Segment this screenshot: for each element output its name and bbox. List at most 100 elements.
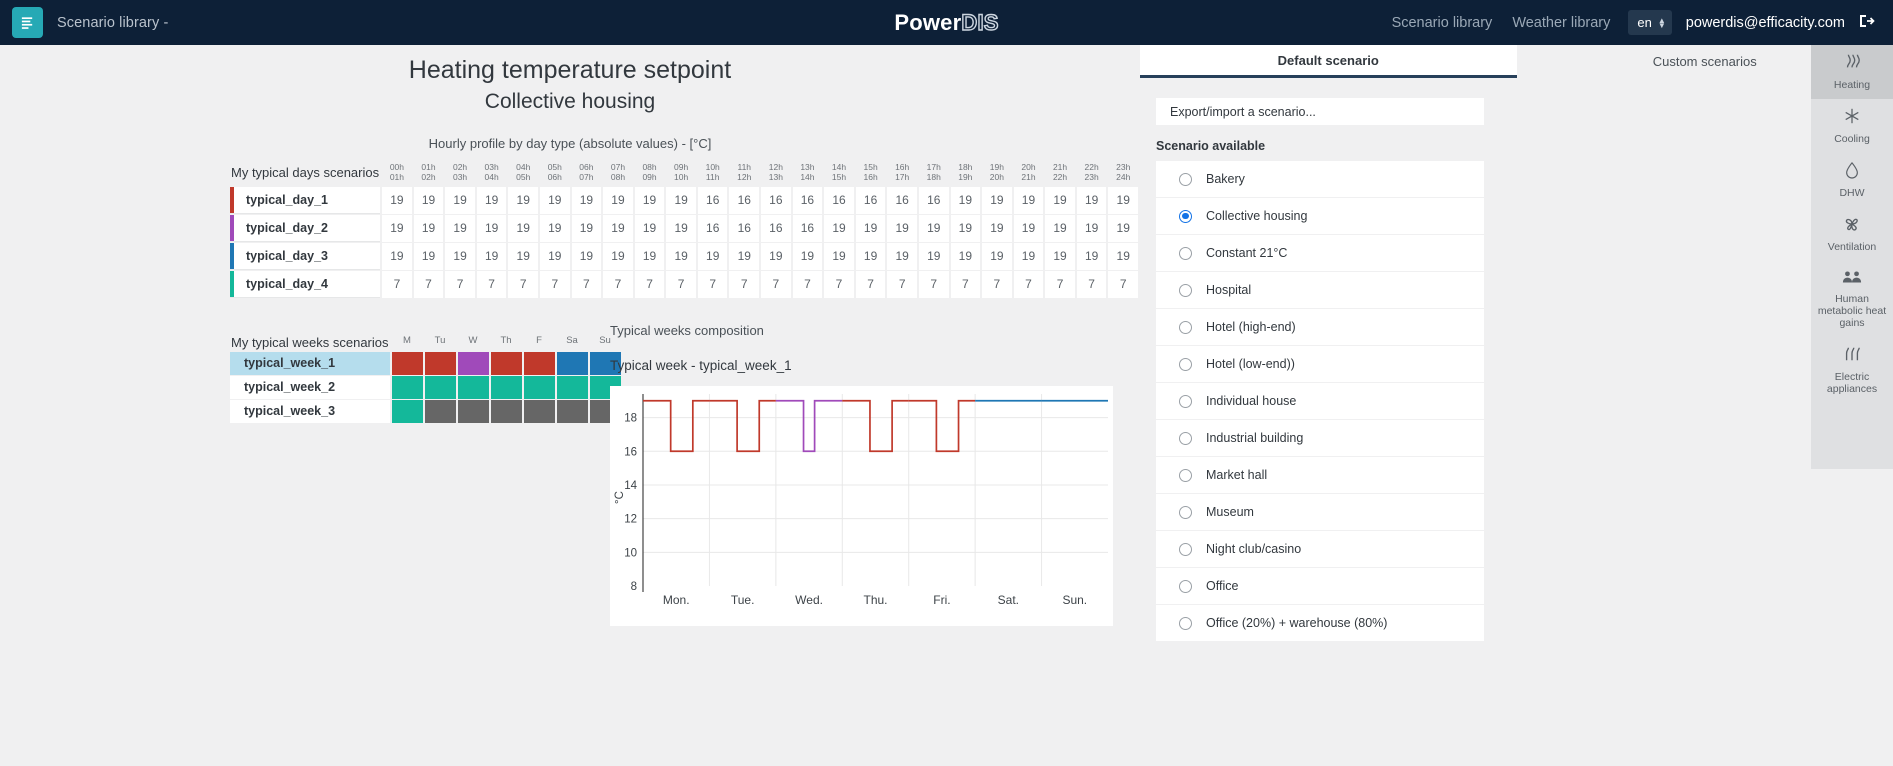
- hourly-value-cell[interactable]: 7: [982, 270, 1012, 298]
- hourly-value-cell[interactable]: 19: [666, 242, 696, 270]
- scenario-list-item[interactable]: Office: [1156, 568, 1484, 604]
- hourly-value-cell[interactable]: 19: [571, 186, 602, 214]
- hourly-value-cell[interactable]: 19: [1013, 214, 1044, 242]
- hourly-value-cell[interactable]: 7: [382, 270, 412, 298]
- logout-icon[interactable]: [1845, 14, 1879, 32]
- radio-button-icon[interactable]: [1179, 468, 1192, 482]
- hourly-value-cell[interactable]: 19: [855, 214, 886, 242]
- hourly-value-cell[interactable]: 19: [476, 186, 507, 214]
- radio-button-icon[interactable]: [1179, 209, 1192, 223]
- scenario-list-item[interactable]: Office (20%) + warehouse (80%): [1156, 605, 1484, 641]
- radio-button-icon[interactable]: [1179, 579, 1192, 593]
- hourly-value-cell[interactable]: 19: [445, 186, 475, 214]
- day-scenario-name-cell[interactable]: typical_day_4: [230, 270, 381, 298]
- hourly-value-cell[interactable]: 16: [792, 186, 823, 214]
- hourly-value-cell[interactable]: 19: [887, 214, 917, 242]
- hourly-value-cell[interactable]: 7: [413, 270, 444, 298]
- hourly-value-cell[interactable]: 19: [1045, 214, 1075, 242]
- week-day-color-cell[interactable]: [490, 351, 522, 375]
- hourly-value-cell[interactable]: 19: [1045, 242, 1075, 270]
- hourly-value-cell[interactable]: 19: [603, 242, 633, 270]
- hourly-value-cell[interactable]: 19: [476, 242, 507, 270]
- table-row[interactable]: typical_day_4 7 7 7 7 7 7 7 7 7 7 7 7 7 7 7 7 7 7 7 7 7 7 7 7: [230, 270, 1138, 298]
- hourly-value-cell[interactable]: 19: [666, 186, 696, 214]
- rail-item-cooling[interactable]: Cooling: [1811, 99, 1893, 153]
- week-scenario-name-cell[interactable]: typical_week_2: [230, 375, 390, 399]
- week-day-color-cell[interactable]: [490, 375, 522, 399]
- radio-button-icon[interactable]: [1179, 320, 1192, 334]
- radio-button-icon[interactable]: [1179, 394, 1192, 408]
- week-day-color-cell[interactable]: [523, 399, 555, 423]
- hourly-value-cell[interactable]: 19: [1013, 186, 1044, 214]
- table-row[interactable]: typical_week_1: [230, 351, 621, 375]
- week-day-color-cell[interactable]: [424, 351, 456, 375]
- hourly-value-cell[interactable]: 19: [950, 242, 981, 270]
- hourly-value-cell[interactable]: 7: [1045, 270, 1075, 298]
- hourly-value-cell[interactable]: 19: [603, 214, 633, 242]
- hourly-value-cell[interactable]: 19: [1076, 214, 1107, 242]
- hourly-value-cell[interactable]: 19: [824, 242, 854, 270]
- radio-button-icon[interactable]: [1179, 616, 1192, 630]
- radio-button-icon[interactable]: [1179, 172, 1192, 186]
- hourly-value-cell[interactable]: 19: [1108, 242, 1138, 270]
- hourly-value-cell[interactable]: 19: [1108, 214, 1138, 242]
- hourly-value-cell[interactable]: 7: [887, 270, 917, 298]
- hourly-value-cell[interactable]: 19: [887, 242, 917, 270]
- hourly-value-cell[interactable]: 19: [1108, 186, 1138, 214]
- table-row[interactable]: typical_day_3 19 19 19 19 19 19 19 19 19 19 19 19 19 1…: [230, 242, 1138, 270]
- rail-item-dhw[interactable]: DHW: [1811, 153, 1893, 207]
- hourly-value-cell[interactable]: 19: [382, 242, 412, 270]
- radio-button-icon[interactable]: [1179, 246, 1192, 260]
- day-scenario-name-cell[interactable]: typical_day_2: [230, 214, 381, 242]
- radio-button-icon[interactable]: [1179, 505, 1192, 519]
- hourly-value-cell[interactable]: 19: [382, 186, 412, 214]
- hourly-value-cell[interactable]: 16: [697, 186, 728, 214]
- hourly-value-cell[interactable]: 19: [982, 242, 1012, 270]
- hourly-value-cell[interactable]: 16: [792, 214, 823, 242]
- hourly-value-cell[interactable]: 19: [1076, 242, 1107, 270]
- week-day-color-cell[interactable]: [523, 351, 555, 375]
- hourly-value-cell[interactable]: 19: [571, 214, 602, 242]
- hourly-value-cell[interactable]: 7: [1013, 270, 1044, 298]
- scenario-list-item[interactable]: Hospital: [1156, 272, 1484, 308]
- scenario-list-item[interactable]: Collective housing: [1156, 198, 1484, 234]
- radio-button-icon[interactable]: [1179, 431, 1192, 445]
- hourly-value-cell[interactable]: 19: [445, 242, 475, 270]
- hourly-value-cell[interactable]: 19: [445, 214, 475, 242]
- hourly-value-cell[interactable]: 16: [729, 186, 760, 214]
- week-day-color-cell[interactable]: [391, 351, 423, 375]
- hourly-value-cell[interactable]: 7: [445, 270, 475, 298]
- hourly-value-cell[interactable]: 19: [508, 186, 539, 214]
- scenario-list-item[interactable]: Museum: [1156, 494, 1484, 530]
- hourly-value-cell[interactable]: 19: [413, 242, 444, 270]
- radio-button-icon[interactable]: [1179, 283, 1192, 297]
- hourly-value-cell[interactable]: 16: [824, 186, 854, 214]
- hourly-value-cell[interactable]: 19: [666, 214, 696, 242]
- hourly-value-cell[interactable]: 7: [666, 270, 696, 298]
- hourly-value-cell[interactable]: 19: [603, 186, 633, 214]
- rail-item-ventilation[interactable]: Ventilation: [1811, 207, 1893, 261]
- hourly-value-cell[interactable]: 19: [761, 242, 791, 270]
- hourly-value-cell[interactable]: 19: [824, 214, 854, 242]
- hourly-value-cell[interactable]: 16: [887, 186, 917, 214]
- hourly-value-cell[interactable]: 7: [1108, 270, 1138, 298]
- hourly-value-cell[interactable]: 16: [761, 186, 791, 214]
- table-row[interactable]: typical_week_2: [230, 375, 621, 399]
- hourly-value-cell[interactable]: 19: [382, 214, 412, 242]
- hourly-value-cell[interactable]: 19: [918, 242, 949, 270]
- hourly-value-cell[interactable]: 19: [508, 242, 539, 270]
- hourly-value-cell[interactable]: 19: [982, 186, 1012, 214]
- table-row[interactable]: typical_week_3: [230, 399, 621, 423]
- hamburger-menu-icon[interactable]: [12, 7, 43, 38]
- hourly-value-cell[interactable]: 7: [634, 270, 665, 298]
- week-day-color-cell[interactable]: [391, 399, 423, 423]
- language-selector[interactable]: en ▲ ▼: [1628, 10, 1672, 35]
- week-day-color-cell[interactable]: [556, 351, 588, 375]
- rail-item-human-metabolic-heat-gains[interactable]: Human metabolic heat gains: [1811, 261, 1893, 337]
- scenario-list-item[interactable]: Market hall: [1156, 457, 1484, 493]
- hourly-value-cell[interactable]: 7: [729, 270, 760, 298]
- nav-link-weather-library[interactable]: Weather library: [1502, 15, 1620, 31]
- hourly-value-cell[interactable]: 19: [634, 242, 665, 270]
- hourly-value-cell[interactable]: 7: [824, 270, 854, 298]
- hourly-value-cell[interactable]: 16: [697, 214, 728, 242]
